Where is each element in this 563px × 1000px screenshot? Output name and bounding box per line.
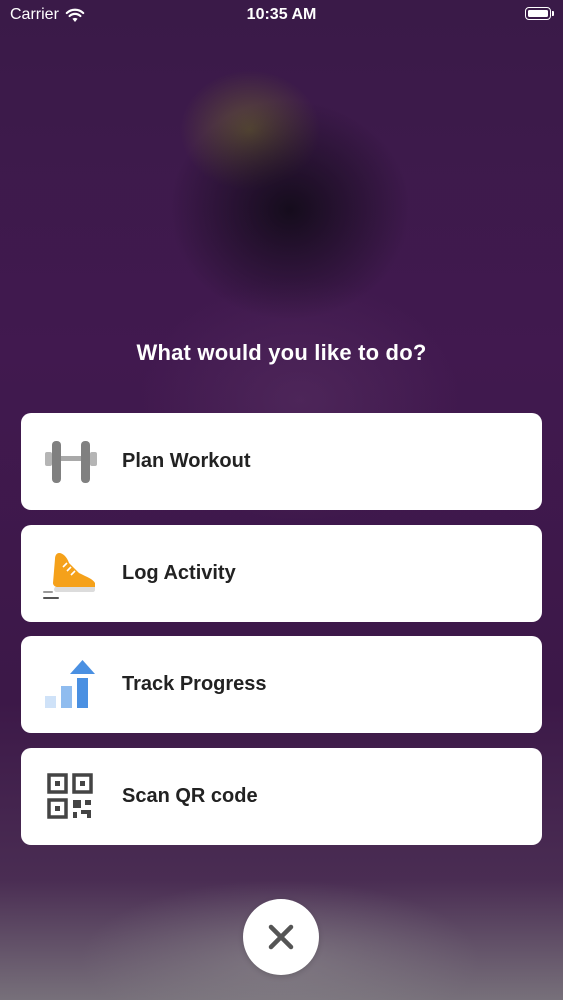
battery-icon	[525, 7, 554, 20]
close-icon	[268, 924, 294, 950]
track-progress-button[interactable]: Track Progress	[21, 636, 542, 733]
plan-workout-label: Plan Workout	[122, 450, 251, 472]
plan-workout-button[interactable]: Plan Workout	[21, 413, 542, 510]
scan-qr-code-label: Scan QR code	[122, 784, 258, 807]
prompt-heading: What would you like to do?	[136, 340, 427, 365]
close-button[interactable]	[243, 899, 319, 975]
dumbbell-icon	[45, 441, 97, 483]
track-progress-label: Track Progress	[122, 673, 267, 695]
qr-code-icon	[47, 772, 93, 819]
scan-qr-code-button[interactable]: Scan QR code	[21, 747, 542, 845]
progress-chart-icon	[45, 660, 95, 708]
status-bar: Carrier 10:35 AM	[0, 0, 563, 30]
log-activity-label: Log Activity	[122, 561, 236, 584]
options-list: Plan Workout Log Activity Track Progress	[21, 413, 542, 859]
log-activity-button[interactable]: Log Activity	[21, 524, 542, 622]
screen: Carrier 10:35 AM What would you like to …	[0, 0, 563, 1000]
running-shoe-icon	[43, 552, 95, 599]
status-time: 10:35 AM	[246, 6, 317, 23]
